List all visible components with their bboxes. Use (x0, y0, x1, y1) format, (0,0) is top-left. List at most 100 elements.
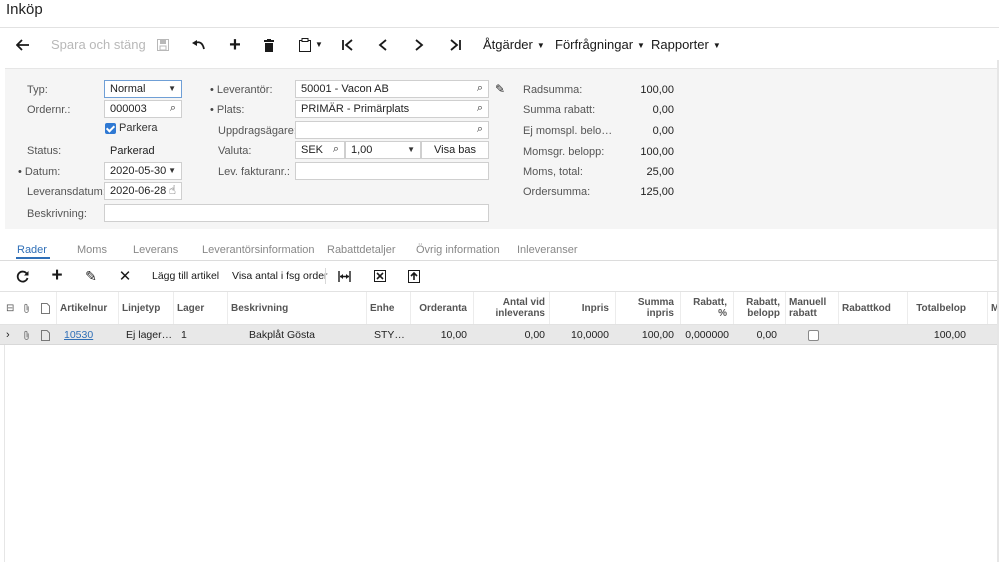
hold-checkbox[interactable] (105, 123, 116, 134)
column-header-item[interactable]: Artikelnur (56, 292, 116, 324)
taxable-amount-value: 100,00 (640, 146, 674, 158)
cell-item[interactable]: 10530 (61, 325, 116, 345)
tab-lines[interactable]: Rader (17, 244, 47, 256)
column-header-discount-pct[interactable]: Rabatt, % (680, 292, 730, 324)
chevron-down-icon: ▼ (407, 145, 415, 154)
table-row[interactable]: › 10530 Ej lager… 1 Bakplåt Gösta STY… 1… (0, 325, 999, 345)
column-header-received-qty[interactable]: Antal vid inleverans (473, 292, 548, 324)
cell-ext-cost[interactable]: 100,00 (615, 325, 677, 345)
chevron-down-icon: ▼ (712, 41, 721, 50)
add-item-button[interactable]: Lägg till artikel (152, 270, 219, 282)
owner-field[interactable]: ⌕ (295, 121, 489, 139)
delivery-date-field[interactable]: 2020-06-28 ☝ (104, 182, 182, 200)
delete-row-icon[interactable]: ✕ (117, 266, 133, 286)
search-icon[interactable]: ⌕ (170, 102, 176, 115)
cell-uom[interactable]: STY… (371, 325, 409, 345)
tax-exempt-value: 0,00 (652, 125, 674, 137)
location-field[interactable]: PRIMÄR - Primärplats ⌕ (295, 100, 489, 118)
delete-icon[interactable] (262, 33, 276, 57)
order-number-label: Ordernr.: (27, 104, 71, 116)
tab-shipping[interactable]: Leverans (133, 244, 178, 256)
column-header-ext-cost[interactable]: Summa inpris (615, 292, 677, 324)
cell-total[interactable]: 100,00 (907, 325, 969, 345)
column-header-discount-amt[interactable]: Rabatt, belopp (733, 292, 783, 324)
show-qty-button[interactable]: Visa antal i fsg order (232, 270, 328, 282)
manual-discount-checkbox[interactable] (808, 329, 819, 341)
tab-bar: Rader Moms Leverans Leverantörsinformati… (0, 240, 999, 260)
cell-discount-code[interactable] (838, 325, 908, 345)
previous-record-icon[interactable] (376, 33, 390, 57)
last-record-icon[interactable] (448, 33, 462, 57)
cell-description[interactable]: Bakplåt Gösta (246, 325, 361, 345)
vendor-field[interactable]: 50001 - Vacon AB ⌕ (295, 80, 489, 98)
upload-icon[interactable] (406, 266, 422, 286)
save-icon[interactable] (155, 33, 171, 57)
save-and-close-button[interactable]: Spara och stäng (51, 37, 146, 52)
attachment-icon[interactable] (20, 325, 33, 345)
refresh-icon[interactable] (14, 266, 30, 286)
cell-warehouse[interactable]: 1 (178, 325, 218, 345)
grid-left-border (4, 345, 5, 562)
column-header-discount-code[interactable]: Rabattkod (838, 292, 908, 324)
first-record-icon[interactable] (341, 33, 355, 57)
note-icon[interactable] (38, 325, 53, 345)
search-icon[interactable]: ⌕ (477, 123, 483, 136)
column-header-order-qty[interactable]: Orderanta (410, 292, 470, 324)
export-excel-icon[interactable] (372, 266, 388, 286)
column-header-description[interactable]: Beskrivning (227, 292, 364, 324)
type-select[interactable]: Normal ▼ (104, 80, 182, 98)
actions-menu[interactable]: Åtgärder ▼ (483, 37, 545, 52)
tab-receipts[interactable]: Inleveranser (517, 244, 578, 256)
tab-other-info[interactable]: Övrig information (416, 244, 500, 256)
currency-field[interactable]: SEK ⌕ (295, 141, 345, 159)
cell-discount-amt[interactable]: 0,00 (733, 325, 780, 345)
order-number-field[interactable]: 000003 ⌕ (104, 100, 182, 118)
cell-line-type[interactable]: Ej lager… (123, 325, 173, 345)
edit-pencil-icon[interactable]: ✎ (495, 82, 505, 96)
status-value: Parkerad (110, 145, 155, 157)
type-label: Typ: (27, 84, 48, 96)
column-header-warehouse[interactable]: Lager (173, 292, 225, 324)
column-header-manual-discount[interactable]: Manuell rabatt (785, 292, 837, 324)
cell-received-qty[interactable]: 0,00 (473, 325, 548, 345)
currency-rate-field[interactable]: 1,00 ▼ (345, 141, 421, 159)
vendor-ref-field[interactable] (295, 162, 489, 180)
hold-label: Parkera (119, 122, 158, 134)
item-link[interactable]: 10530 (64, 329, 93, 341)
column-header-uom[interactable]: Enhe (366, 292, 409, 324)
cell-order-qty[interactable]: 10,00 (410, 325, 470, 345)
add-row-icon[interactable]: + (49, 265, 65, 286)
next-record-icon[interactable] (412, 33, 426, 57)
cell-manual-discount[interactable] (785, 325, 837, 345)
reports-menu[interactable]: Rapporter ▼ (651, 37, 721, 52)
description-field[interactable] (104, 204, 489, 222)
discount-total-value: 0,00 (652, 104, 674, 116)
inquiries-menu[interactable]: Förfrågningar ▼ (555, 37, 645, 52)
search-icon[interactable]: ⌕ (477, 82, 483, 95)
back-arrow-icon[interactable] (14, 33, 32, 57)
line-total-value: 100,00 (640, 84, 674, 96)
row-expand-icon[interactable]: › (3, 325, 16, 345)
undo-icon[interactable] (191, 33, 207, 57)
fit-columns-icon[interactable] (336, 266, 352, 286)
chevron-down-icon: ▼ (637, 41, 645, 50)
column-header-total[interactable]: Totalbelop (907, 292, 969, 324)
cell-discount-pct[interactable]: 0,000000 (678, 325, 732, 345)
owner-label: Uppdragsägare: (218, 125, 297, 137)
edit-row-icon[interactable]: ✎ (83, 266, 99, 286)
copy-paste-icon[interactable]: ▼ (298, 33, 324, 57)
cell-unit-cost[interactable]: 10,0000 (549, 325, 612, 345)
tab-tax[interactable]: Moms (77, 244, 107, 256)
search-icon[interactable]: ⌕ (333, 143, 339, 156)
chevron-down-icon: ▼ (536, 41, 545, 50)
row-select-icon[interactable]: ⊟ (3, 292, 16, 324)
date-field[interactable]: 2020-05-30 ▼ (104, 162, 182, 180)
column-header-line-type[interactable]: Linjetyp (118, 292, 173, 324)
search-icon[interactable]: ⌕ (477, 102, 483, 115)
view-base-button[interactable]: Visa bas (421, 141, 489, 159)
tab-vendor-info[interactable]: Leverantörsinformation (202, 244, 315, 256)
tabs-divider (0, 260, 999, 261)
tab-discount-details[interactable]: Rabattdetaljer (327, 244, 396, 256)
column-header-unit-cost[interactable]: Inpris (549, 292, 612, 324)
add-icon[interactable]: + (227, 33, 243, 57)
